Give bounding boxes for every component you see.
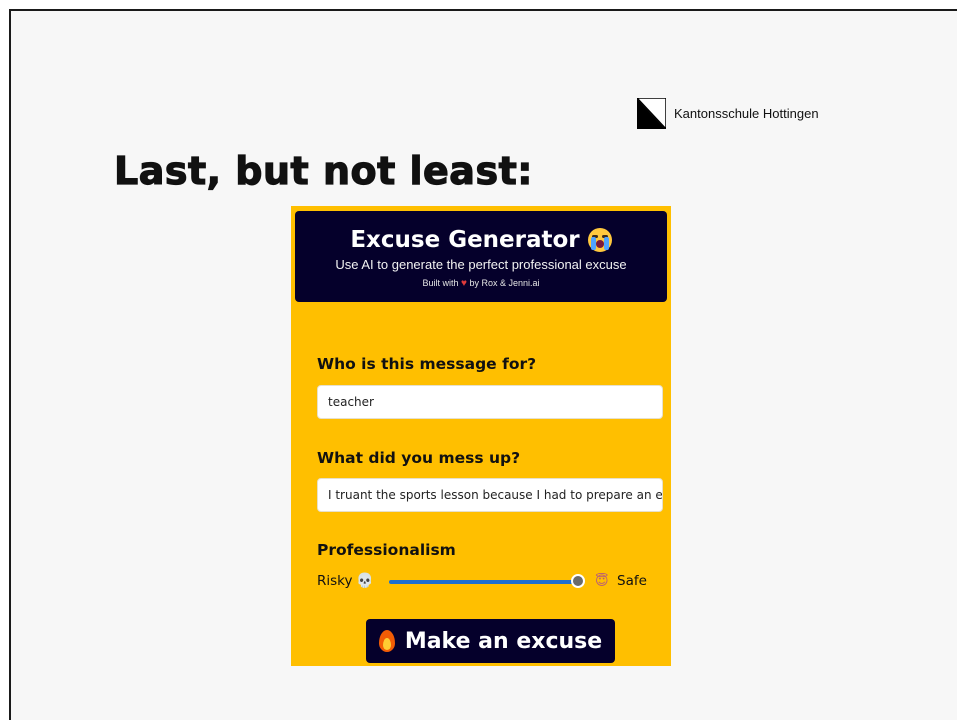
school-name: Kantonsschule Hottingen [674,106,819,121]
heart-icon: ♥ [461,278,467,289]
make-excuse-label: Make an excuse [404,628,603,654]
professionalism-label: Professionalism [317,541,456,559]
angel-face-icon: 😇 [595,574,609,589]
professionalism-slider-row: Risky 💀 😇 Safe [317,572,663,592]
fire-icon [378,630,395,652]
app-title-row: Excuse Generator [295,227,667,253]
app-header: Excuse Generator Use AI to generate the … [295,211,667,302]
skull-icon: 💀 [356,573,374,589]
mistake-input[interactable]: I truant the sports lesson because I had… [317,478,663,512]
credit-suffix: by Rox & Jenni.ai [469,278,540,288]
app-credit: Built with ♥ by Rox & Jenni.ai [295,278,667,289]
app-subtitle: Use AI to generate the perfect professio… [335,257,627,272]
recipient-input[interactable]: teacher [317,385,663,419]
school-logo [637,98,666,129]
professionalism-slider-thumb[interactable] [571,574,586,588]
safe-label: Safe [617,573,647,589]
recipient-label: Who is this message for? [317,355,537,373]
professionalism-slider-track[interactable] [389,580,584,584]
school-branding: Kantonsschule Hottingen [637,98,819,129]
make-excuse-button[interactable]: Make an excuse [366,619,615,663]
credit-prefix: Built with [422,278,459,288]
app-title: Excuse Generator [350,227,580,253]
excuse-generator-app: Excuse Generator Use AI to generate the … [291,206,671,666]
crying-face-icon [587,228,612,252]
risky-label: Risky [317,573,353,589]
mistake-label: What did you mess up? [317,449,521,467]
slide-title: Last, but not least: [113,148,533,193]
